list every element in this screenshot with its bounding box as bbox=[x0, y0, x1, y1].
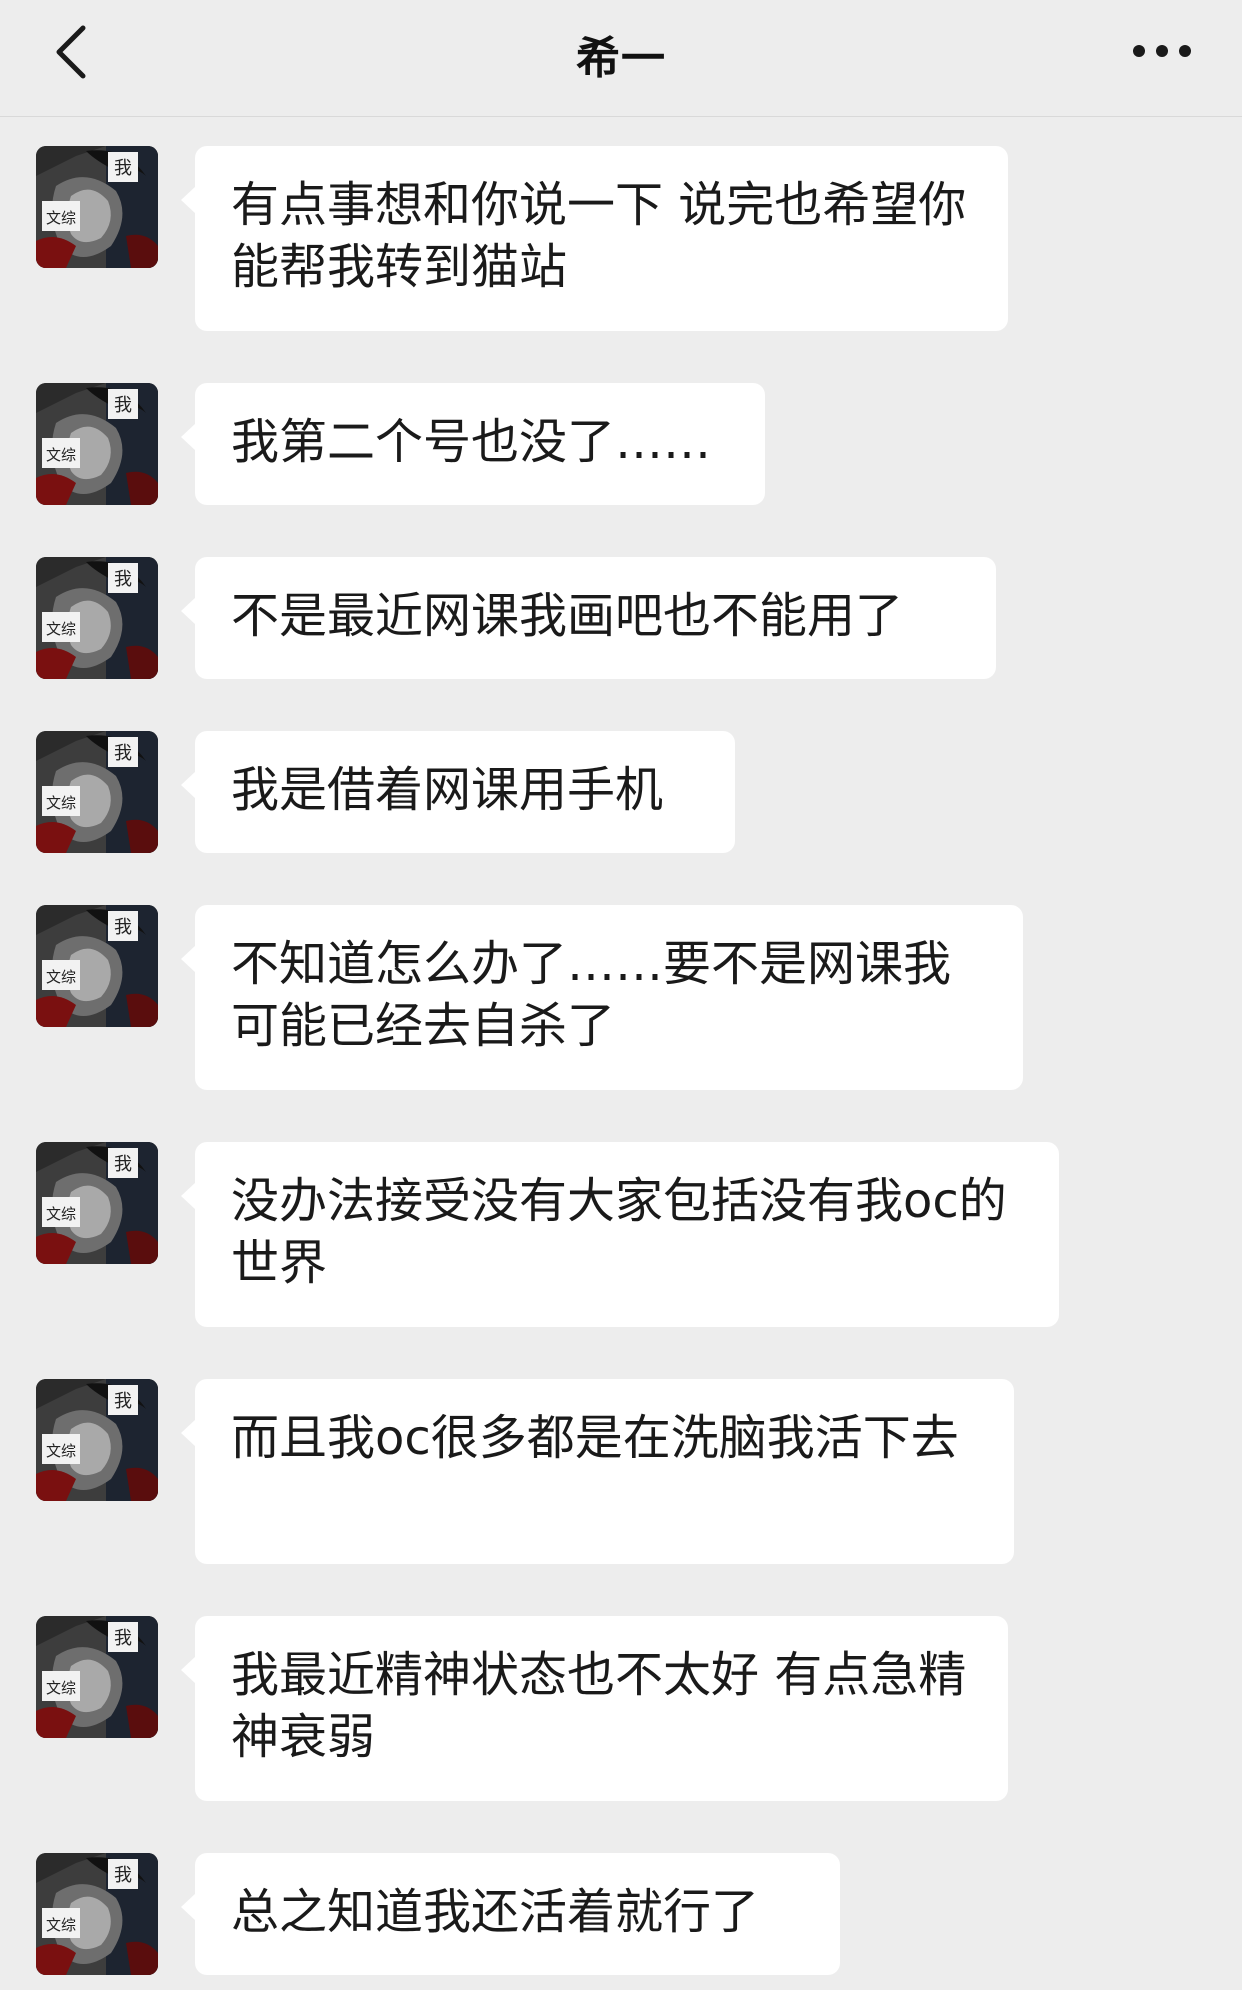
message-bubble[interactable]: 而且我oc很多都是在洗脑我活下去 bbox=[181, 1379, 1014, 1564]
avatar[interactable]: 我文综 bbox=[36, 1616, 158, 1738]
avatar-image: 我文综 bbox=[36, 731, 158, 853]
message-bubble[interactable]: 我是借着网课用手机 bbox=[181, 731, 735, 853]
avatar[interactable]: 我文综 bbox=[36, 1853, 158, 1975]
avatar-image: 我文综 bbox=[36, 1616, 158, 1738]
avatar-tag-top: 我 bbox=[114, 158, 132, 179]
avatar-tag-bottom: 文综 bbox=[46, 446, 76, 464]
avatar[interactable]: 我文综 bbox=[36, 1142, 158, 1264]
message-bubble[interactable]: 没办法接受没有大家包括没有我oc的世界 bbox=[181, 1142, 1059, 1327]
message-bubble[interactable]: 不知道怎么办了……要不是网课我可能已经去自杀了 bbox=[181, 905, 1023, 1090]
chat-header: 希一 bbox=[0, 0, 1242, 117]
message-bubble[interactable]: 我第二个号也没了…… bbox=[181, 383, 765, 505]
avatar-tag-top: 我 bbox=[114, 1391, 132, 1412]
avatar-tag-top: 我 bbox=[114, 1865, 132, 1886]
avatar-image: 我文综 bbox=[36, 1379, 158, 1501]
avatar-tag-bottom: 文综 bbox=[46, 1916, 76, 1934]
avatar-image: 我文综 bbox=[36, 146, 158, 268]
avatar-tag-bottom: 文综 bbox=[46, 1679, 76, 1697]
avatar[interactable]: 我文综 bbox=[36, 557, 158, 679]
avatar-image: 我文综 bbox=[36, 1853, 158, 1975]
avatar[interactable]: 我文综 bbox=[36, 731, 158, 853]
avatar-tag-bottom: 文综 bbox=[46, 968, 76, 986]
message-bubble[interactable]: 不是最近网课我画吧也不能用了 bbox=[181, 557, 996, 679]
avatar-tag-top: 我 bbox=[114, 743, 132, 764]
avatar-image: 我文综 bbox=[36, 1142, 158, 1264]
avatar[interactable]: 我文综 bbox=[36, 905, 158, 1027]
avatar[interactable]: 我文综 bbox=[36, 383, 158, 505]
avatar-tag-top: 我 bbox=[114, 917, 132, 938]
avatar-tag-top: 我 bbox=[114, 569, 132, 590]
avatar-tag-top: 我 bbox=[114, 1154, 132, 1175]
avatar-tag-bottom: 文综 bbox=[46, 209, 76, 227]
message-bubble[interactable]: 有点事想和你说一下 说完也希望你能帮我转到猫站 bbox=[181, 146, 1008, 331]
avatar-tag-bottom: 文综 bbox=[46, 794, 76, 812]
message-bubble[interactable]: 总之知道我还活着就行了 bbox=[181, 1853, 840, 1975]
avatar[interactable]: 我文综 bbox=[36, 1379, 158, 1501]
avatar-image: 我文综 bbox=[36, 557, 158, 679]
avatar-tag-bottom: 文综 bbox=[46, 1205, 76, 1223]
avatar-image: 我文综 bbox=[36, 905, 158, 1027]
avatar-tag-top: 我 bbox=[114, 395, 132, 416]
message-bubble[interactable]: 我最近精神状态也不太好 有点急精神衰弱 bbox=[181, 1616, 1008, 1801]
avatar-image: 我文综 bbox=[36, 383, 158, 505]
avatar-tag-top: 我 bbox=[114, 1628, 132, 1649]
avatar-tag-bottom: 文综 bbox=[46, 1442, 76, 1460]
avatar-tag-bottom: 文综 bbox=[46, 620, 76, 638]
avatar[interactable]: 我文综 bbox=[36, 146, 158, 268]
more-dots-icon bbox=[1133, 45, 1191, 57]
chat-title: 希一 bbox=[576, 33, 666, 84]
more-button[interactable] bbox=[1122, 28, 1202, 74]
